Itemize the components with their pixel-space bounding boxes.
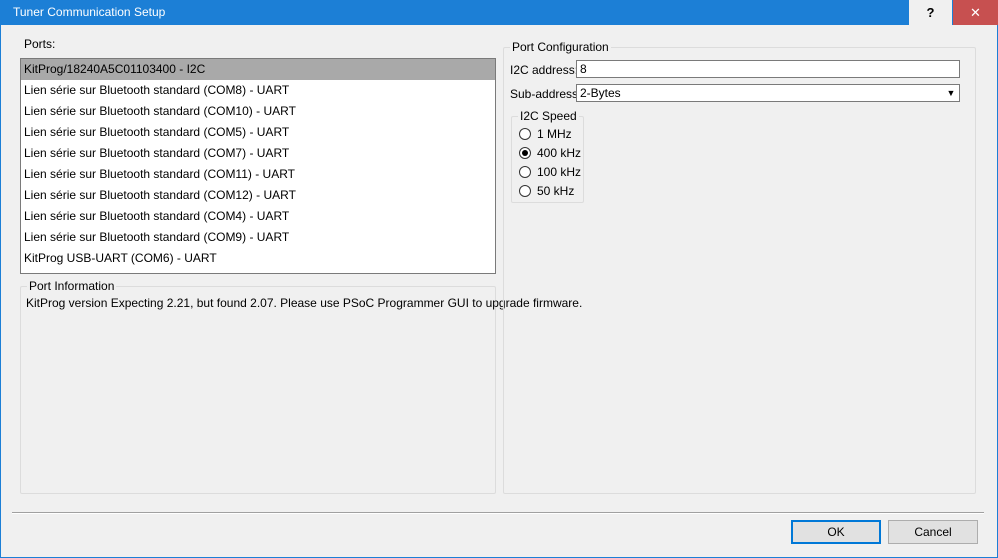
i2c-address-label: I2C address:	[510, 63, 579, 77]
i2c-address-input[interactable]: 8	[576, 60, 960, 78]
speed-option-50khz[interactable]: 50 kHz	[519, 182, 574, 200]
port-item[interactable]: Lien série sur Bluetooth standard (COM9)…	[21, 227, 495, 248]
window-title: Tuner Communication Setup	[13, 5, 166, 19]
sub-address-value: 2-Bytes	[580, 86, 621, 100]
port-item[interactable]: Lien série sur Bluetooth standard (COM8)…	[21, 80, 495, 101]
port-item[interactable]: Lien série sur Bluetooth standard (COM7)…	[21, 143, 495, 164]
port-item[interactable]: Lien série sur Bluetooth standard (COM10…	[21, 101, 495, 122]
port-information-group: Port Information KitProg version Expecti…	[20, 279, 582, 494]
sub-address-dropdown[interactable]: 2-Bytes ▼	[576, 84, 960, 102]
radio-button[interactable]	[519, 147, 531, 159]
port-configuration-group: Port Configuration I2C address: 8 Sub-ad…	[503, 40, 976, 494]
chevron-down-icon: ▼	[946, 88, 956, 98]
footer-separator	[12, 512, 984, 514]
port-information-title: Port Information	[27, 279, 117, 293]
port-information-text: KitProg version Expecting 2.21, but foun…	[26, 296, 583, 310]
speed-option-label: 100 kHz	[537, 165, 582, 179]
radio-button[interactable]	[519, 185, 531, 197]
speed-option-label: 1 MHz	[537, 127, 572, 141]
i2c-speed-title: I2C Speed	[518, 109, 579, 123]
speed-option-label: 400 kHz	[537, 146, 582, 160]
port-item[interactable]: Lien série sur Bluetooth standard (COM11…	[21, 164, 495, 185]
port-item[interactable]: KitProg USB-UART (COM6) - UART	[21, 248, 495, 269]
help-button[interactable]: ?	[908, 0, 952, 25]
cancel-button[interactable]: Cancel	[888, 520, 978, 544]
sub-address-label: Sub-address:	[510, 87, 582, 101]
close-icon: ✕	[970, 4, 981, 20]
ports-label: Ports:	[24, 37, 56, 51]
port-configuration-title: Port Configuration	[510, 40, 611, 54]
port-item[interactable]: Lien série sur Bluetooth standard (COM4)…	[21, 206, 495, 227]
speed-option-100khz[interactable]: 100 kHz	[519, 163, 581, 181]
port-item[interactable]: Lien série sur Bluetooth standard (COM12…	[21, 185, 495, 206]
speed-option-400khz[interactable]: 400 kHz	[519, 144, 581, 162]
speed-option-label: 50 kHz	[537, 184, 575, 198]
i2c-speed-group: I2C Speed 1 MHz 400 kHz 100 kHz 50 kHz	[511, 109, 584, 203]
port-item[interactable]: Lien série sur Bluetooth standard (COM5)…	[21, 122, 495, 143]
radio-button[interactable]	[519, 128, 531, 140]
speed-option-1mhz[interactable]: 1 MHz	[519, 125, 572, 143]
title-bar[interactable]: Tuner Communication Setup ? ✕	[0, 0, 998, 25]
port-item[interactable]: KitProg/18240A5C01103400 - I2C	[21, 59, 495, 80]
ok-button[interactable]: OK	[791, 520, 881, 544]
close-button[interactable]: ✕	[953, 0, 998, 25]
radio-button[interactable]	[519, 166, 531, 178]
ports-listbox[interactable]: KitProg/18240A5C01103400 - I2C Lien séri…	[20, 58, 496, 274]
